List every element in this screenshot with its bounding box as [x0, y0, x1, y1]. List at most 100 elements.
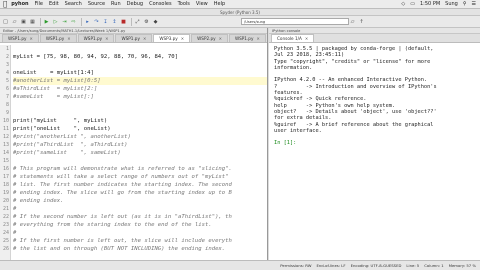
menu-view[interactable]: View: [196, 0, 208, 9]
code-line: #: [13, 230, 17, 236]
tab-file[interactable]: WSP1.py ✕: [228, 34, 266, 43]
code-line: oneList = myList[1:4]: [13, 70, 94, 76]
code-line: # If the second number is left out (as i…: [13, 214, 232, 220]
parent-directory-icon[interactable]: ↑: [358, 18, 365, 25]
status-bar: Permissions: RW End-of-lines: LF Encodin…: [0, 260, 480, 270]
tab-file[interactable]: WSP1.py ✕: [115, 34, 153, 43]
search-icon[interactable]: ⚲: [463, 0, 467, 9]
line-number: 17: [2, 174, 9, 180]
tab-label: WSP1.py: [121, 35, 140, 41]
run-cell-icon[interactable]: ▷: [52, 18, 59, 25]
apple-icon[interactable]: : [3, 0, 7, 9]
line-number: 1: [5, 46, 9, 52]
line-number: 19: [2, 190, 9, 196]
new-file-icon[interactable]: □: [2, 18, 9, 25]
browse-folder-icon[interactable]: ▱: [349, 18, 356, 25]
close-icon[interactable]: ✕: [256, 35, 259, 43]
line-number: 3: [5, 62, 9, 68]
menu-help[interactable]: Help: [214, 0, 225, 9]
line-number: 8: [5, 102, 9, 108]
menu-bar:  pyhon File Edit Search Source Run Debu…: [0, 0, 480, 9]
tab-file[interactable]: WSP1.py ✕: [2, 34, 39, 42]
close-icon[interactable]: ✕: [143, 35, 146, 43]
menu-source[interactable]: Source: [88, 0, 105, 9]
line-number: 10: [2, 118, 9, 124]
window-title: Spyder (Python 3.5): [0, 9, 480, 16]
run-cell-advance-icon[interactable]: ⇥: [61, 18, 68, 25]
close-icon[interactable]: ✕: [219, 35, 222, 43]
open-folder-icon[interactable]: ▱: [11, 18, 18, 25]
step-return-icon[interactable]: ↥: [111, 18, 118, 25]
line-number: 2: [5, 54, 9, 60]
menu-app-name[interactable]: pyhon: [11, 0, 28, 9]
status-column: Column: 1: [424, 263, 444, 268]
user-name[interactable]: Sung: [445, 0, 458, 9]
tab-file[interactable]: WSP2.py ✕: [191, 34, 228, 42]
status-encoding: Encoding: UTF-8-GUESSED: [350, 263, 402, 268]
close-icon[interactable]: ✕: [181, 35, 184, 43]
code-line: #aThirdList = myList[2:]: [13, 86, 98, 92]
line-number: 21: [2, 206, 9, 212]
tab-file[interactable]: WSP1.py ✕: [39, 34, 77, 43]
save-all-icon[interactable]: ▦: [29, 18, 36, 25]
code-line: # ending index. The slice will go from t…: [13, 190, 232, 196]
tab-label: WSP1.py: [45, 35, 65, 41]
working-directory-field[interactable]: /Users/sung: [241, 18, 349, 25]
menu-consoles[interactable]: Consoles: [149, 0, 171, 9]
close-icon[interactable]: ✕: [29, 35, 32, 43]
menu-tools[interactable]: Tools: [178, 0, 190, 9]
python-path-icon[interactable]: ◆: [152, 18, 159, 25]
toolbar: □ ▱ ▣ ▦ ▶ ▷ ⇥ ⇨ ▸ ↷ ↧ ↥ ■ ⤢ ⚙ ◆ /Users/s…: [0, 16, 480, 28]
line-number: 26: [2, 246, 9, 252]
code-line: # statements will take a select range of…: [13, 174, 229, 180]
line-number: 7: [5, 94, 9, 100]
code-editor[interactable]: 1 2 3 4 5 6 7 8 9 10 11 12 13 14 15 16 17 18 19 20 21 22 23 24 2…: [0, 45, 267, 260]
close-icon[interactable]: ✕: [105, 35, 108, 43]
menu-status-area: ◇ ▭ 1:50 PM Sung ⚲ ☰: [396, 0, 480, 9]
tab-file[interactable]: WSP1.py ✕: [77, 34, 115, 43]
toolbar-divider: [40, 17, 41, 26]
menu-file[interactable]: File: [35, 0, 43, 9]
preferences-icon[interactable]: ⚙: [143, 18, 150, 25]
run-icon[interactable]: ▶: [43, 18, 50, 25]
debug-icon[interactable]: ▸: [84, 18, 91, 25]
stop-debug-icon[interactable]: ■: [120, 18, 127, 25]
console-pane: IPython console Console 1/A ✕ Python 3.5.…: [269, 28, 480, 260]
code-line: #print("aThirdList ", aThirdList): [13, 142, 128, 148]
code-line: #sameList = myList[:]: [13, 94, 94, 100]
code-line: #: [13, 206, 17, 212]
clock[interactable]: 1:50 PM: [420, 0, 440, 9]
save-icon[interactable]: ▣: [20, 18, 27, 25]
code-area[interactable]: myList = [75, 98, 80, 94, 92, 88, 70, 96…: [13, 45, 267, 253]
menu-search[interactable]: Search: [65, 0, 82, 9]
console-prompt[interactable]: In [1]:: [274, 140, 475, 146]
maximize-pane-icon[interactable]: ⤢: [134, 18, 141, 25]
tab-label: WSP3.py: [159, 35, 178, 41]
step-icon[interactable]: ↷: [93, 18, 100, 25]
line-number: 18: [2, 182, 9, 188]
menu-run[interactable]: Run: [111, 0, 121, 9]
menu-debug[interactable]: Debug: [127, 0, 143, 9]
menu-edit[interactable]: Edit: [49, 0, 59, 9]
line-number: 12: [2, 134, 9, 140]
step-into-icon[interactable]: ↧: [102, 18, 109, 25]
run-selection-icon[interactable]: ⇨: [70, 18, 77, 25]
wifi-icon[interactable]: ◇: [401, 0, 405, 9]
tab-file-active[interactable]: WSP3.py ✕: [153, 34, 191, 43]
battery-icon[interactable]: ▭: [410, 0, 415, 9]
code-line: print("myList ", myList): [13, 118, 108, 124]
console-output[interactable]: Python 3.5.5 | packaged by conda-forge |…: [269, 43, 480, 150]
code-line: # This program will demonstrate what is …: [13, 166, 232, 172]
tab-console[interactable]: Console 1/A ✕: [271, 34, 315, 43]
line-number: 9: [5, 110, 9, 116]
line-number: 22: [2, 214, 9, 220]
list-icon[interactable]: ☰: [472, 0, 476, 9]
tab-label: WSP1.py: [8, 35, 27, 41]
close-icon[interactable]: ✕: [305, 35, 308, 43]
close-icon[interactable]: ✕: [67, 35, 70, 43]
line-number: 11: [2, 126, 9, 132]
code-line: # ending index.: [13, 198, 64, 204]
